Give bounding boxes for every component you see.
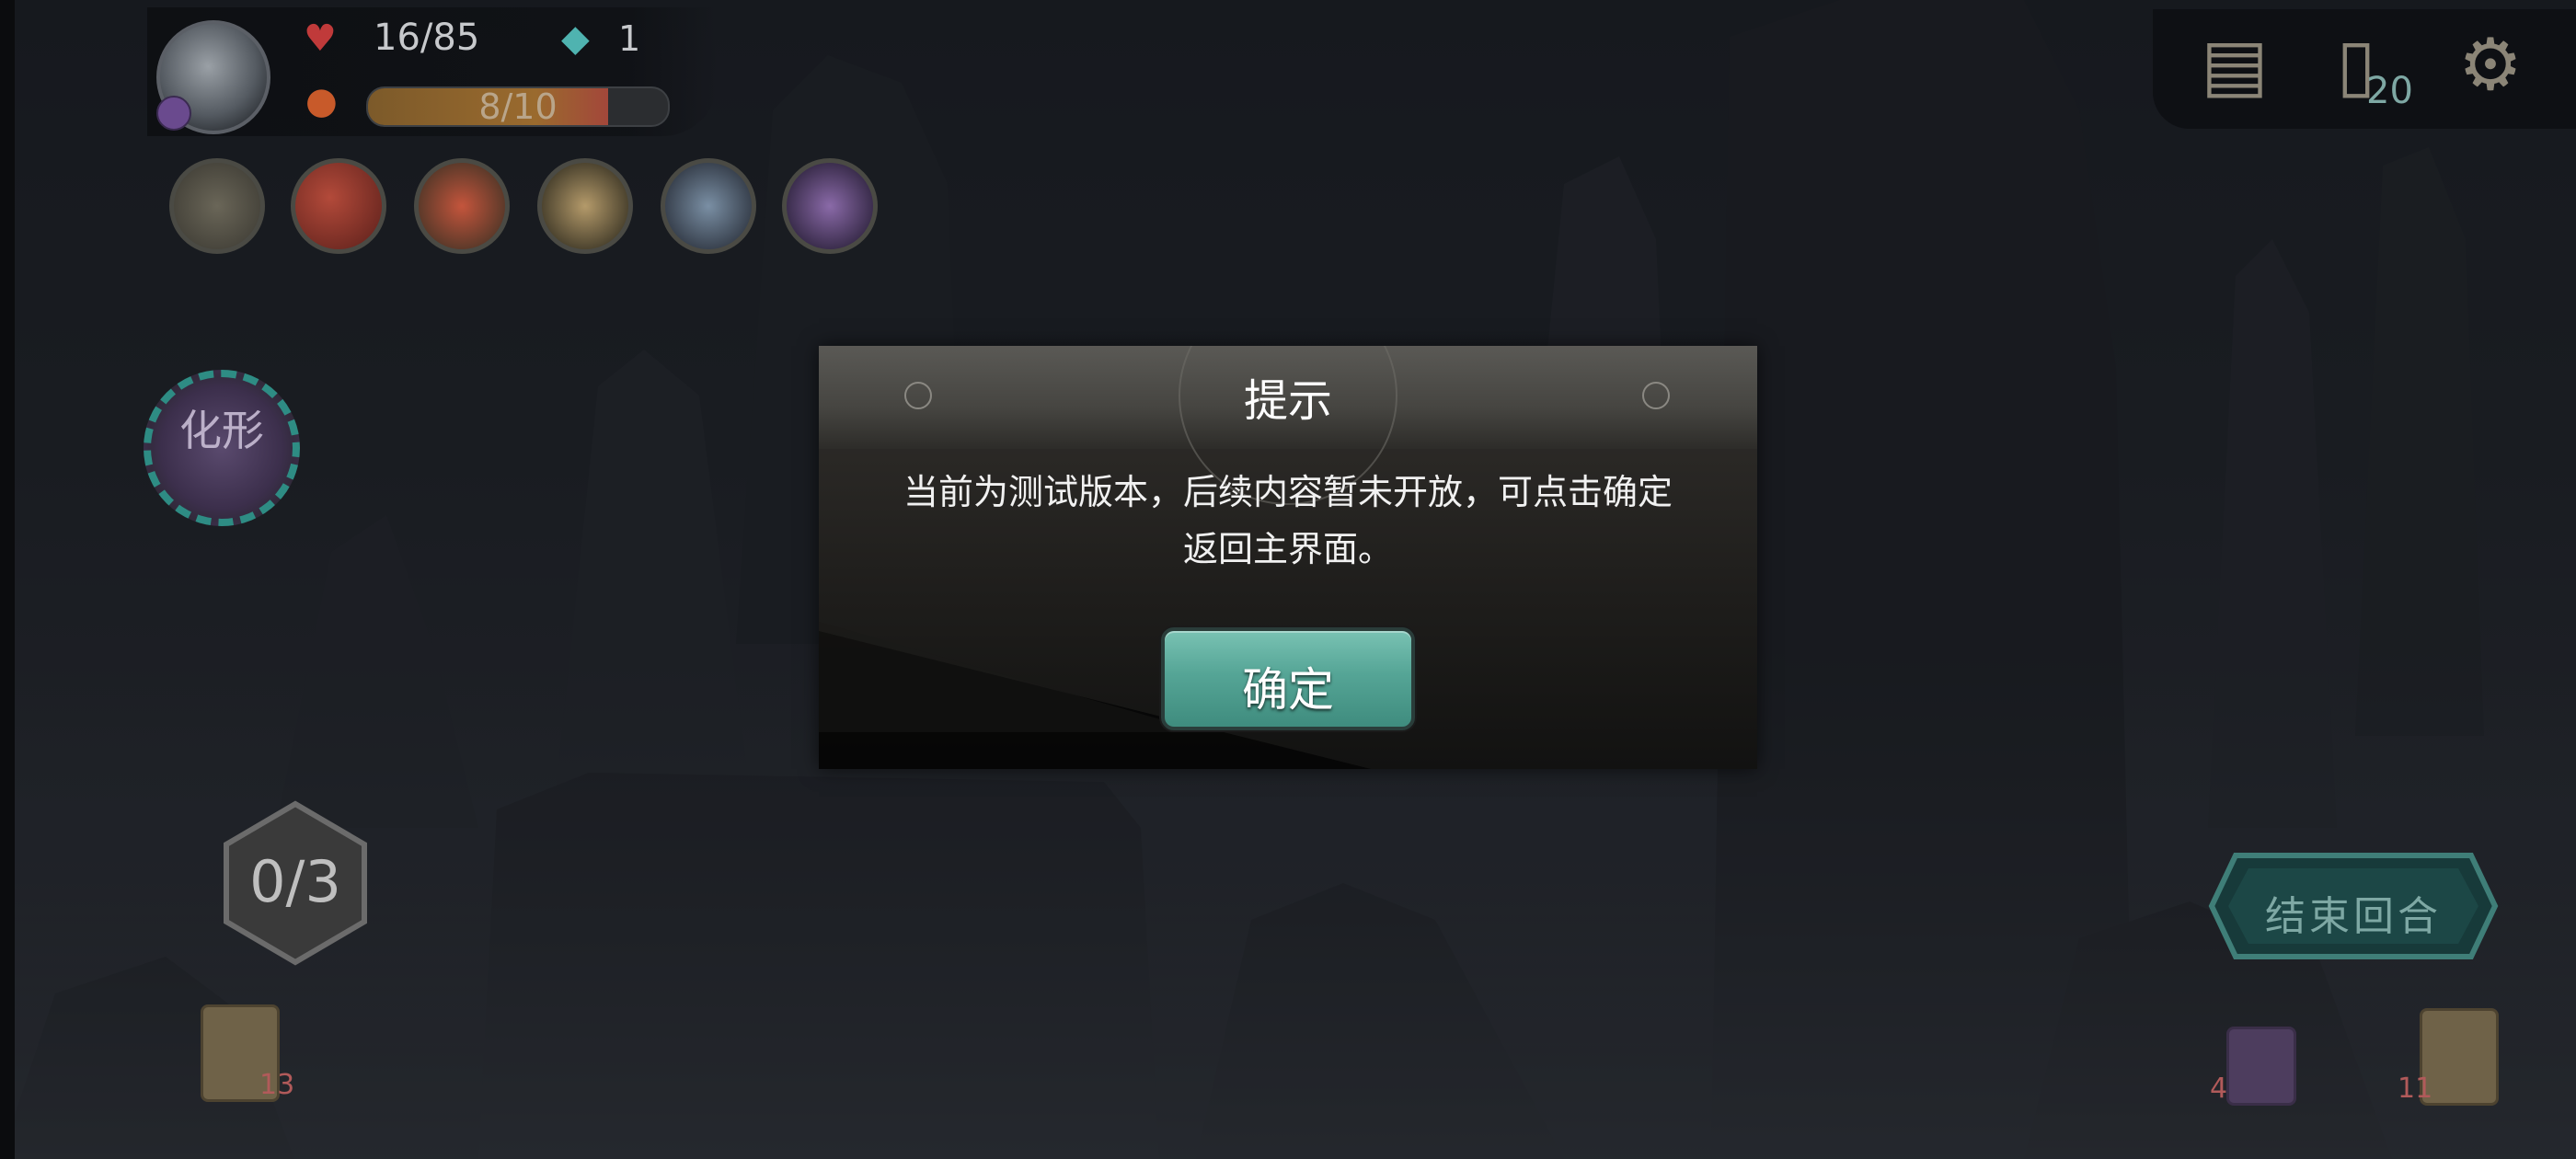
confirm-button-label: 确定	[1242, 663, 1334, 717]
action-counter: 0/3	[249, 848, 341, 915]
map-scroll-icon[interactable]: ▤	[2193, 24, 2276, 107]
relic-compass-icon[interactable]	[661, 158, 756, 254]
screen-edge	[0, 0, 15, 1159]
gem-count: 1	[618, 18, 641, 59]
dialog-message-line-2: 返回主界面。	[1182, 529, 1393, 569]
deck-count: 20	[2366, 70, 2413, 112]
exhaust-pile-count: 4	[2210, 1073, 2228, 1105]
heart-icon: ♥	[304, 17, 337, 60]
gear-icon[interactable]: ⚙	[2449, 24, 2532, 107]
skill-badge-label: 化形	[179, 406, 264, 455]
notice-dialog: 提示 当前为测试版本，后续内容暂未开放，可点击确定 返回主界面。 确定	[819, 346, 1757, 769]
relic-red-orb-icon[interactable]	[291, 158, 386, 254]
dialog-message: 当前为测试版本，后续内容暂未开放，可点击确定 返回主界面。	[856, 464, 1720, 578]
exhaust-pile-icon[interactable]	[2226, 1027, 2296, 1106]
energy-value: 8/10	[478, 86, 558, 127]
avatar-badge-icon	[156, 96, 191, 131]
draw-pile-count: 13	[259, 1069, 295, 1101]
hp-value: 16/85	[374, 17, 480, 59]
relic-talisman-icon[interactable]	[782, 158, 878, 254]
end-turn-label: 结束回合	[2265, 893, 2442, 940]
dialog-message-line-1: 当前为测试版本，后续内容暂未开放，可点击确定	[903, 472, 1673, 512]
energy-icon: ●	[305, 80, 338, 122]
relic-bowl-icon[interactable]	[414, 158, 510, 254]
confirm-button[interactable]: 确定	[1161, 627, 1415, 730]
energy-bar: 8/10	[366, 86, 670, 127]
relic-bell-icon[interactable]	[537, 158, 633, 254]
dialog-title: 提示	[1243, 375, 1332, 427]
crystal-icon: ◆	[561, 17, 590, 60]
discard-pile-count: 11	[2398, 1073, 2433, 1105]
relic-mask-icon[interactable]	[169, 158, 265, 254]
